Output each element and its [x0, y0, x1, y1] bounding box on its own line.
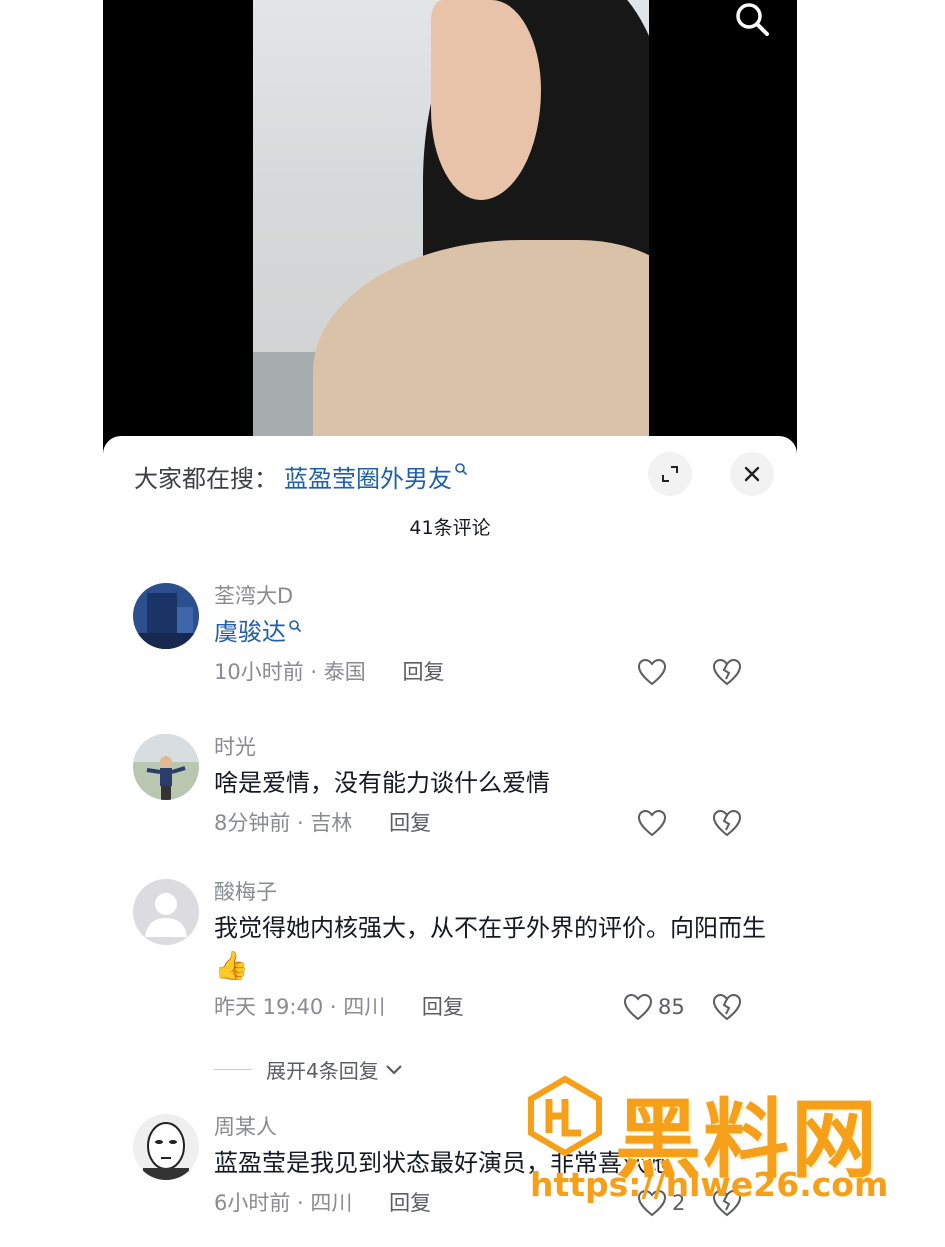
- comment-username[interactable]: 荃湾大D: [214, 583, 774, 609]
- broken-heart-icon: [712, 658, 742, 686]
- comment-time: 6小时前: [214, 1191, 291, 1215]
- reply-button[interactable]: 回复: [402, 660, 444, 684]
- comments-panel: 大家都在搜： 蓝盈莹圈外男友 41条评论 荃湾大D 虞骏达 10小时前 · 泰国…: [103, 436, 797, 1247]
- dislike-button[interactable]: [711, 808, 743, 838]
- comment-text: 啥是爱情，没有能力谈什么爱情: [214, 769, 550, 797]
- comment-location: 泰国: [323, 660, 366, 684]
- video-person-jacket: [313, 240, 649, 460]
- heart-icon: [623, 993, 653, 1021]
- comment-meta: 昨天 19:40 · 四川 回复 85: [214, 992, 774, 1022]
- hot-search-row: 大家都在搜： 蓝盈莹圈外男友: [134, 456, 654, 496]
- comment-username[interactable]: 时光: [214, 734, 774, 760]
- dislike-button[interactable]: [711, 657, 743, 687]
- broken-heart-icon: [712, 1189, 742, 1217]
- comment-text[interactable]: 虞骏达: [214, 613, 774, 651]
- expand-replies-button[interactable]: 展开4条回复: [214, 1054, 405, 1084]
- divider: [214, 1068, 252, 1070]
- reply-button[interactable]: 回复: [389, 1191, 431, 1215]
- avatar[interactable]: [133, 879, 199, 945]
- like-count: 85: [658, 995, 685, 1019]
- close-icon: [744, 466, 760, 482]
- reply-button[interactable]: 回复: [389, 811, 431, 835]
- like-button[interactable]: [636, 657, 668, 687]
- search-icon[interactable]: [730, 0, 774, 40]
- comment-text: 蓝盈莹是我见到状态最好演员，非常喜欢她: [214, 1149, 670, 1177]
- comment-username[interactable]: 酸梅子: [214, 879, 774, 905]
- avatar[interactable]: [133, 1114, 199, 1180]
- hot-search-prefix: 大家都在搜：: [134, 464, 278, 493]
- avatar[interactable]: [133, 734, 199, 800]
- expand-icon: [662, 466, 678, 482]
- chevron-down-icon: [385, 1065, 402, 1075]
- broken-heart-icon: [712, 809, 742, 837]
- comment-count: 41条评论: [409, 517, 491, 539]
- heart-icon: [637, 809, 667, 837]
- search-small-icon: [289, 620, 301, 632]
- like-button[interactable]: [636, 808, 668, 838]
- like-button[interactable]: 2: [636, 1188, 685, 1218]
- comment-location: 四川: [343, 995, 386, 1019]
- like-count: 2: [672, 1191, 686, 1215]
- like-button[interactable]: 85: [622, 992, 685, 1022]
- avatar[interactable]: [133, 583, 199, 649]
- heart-icon: [637, 658, 667, 686]
- broken-heart-icon: [712, 993, 742, 1021]
- comment-meta: 6小时前 · 四川 回复 2: [214, 1188, 774, 1218]
- dislike-button[interactable]: [711, 992, 743, 1022]
- reply-button[interactable]: 回复: [422, 995, 464, 1019]
- hot-search-link[interactable]: 蓝盈莹圈外男友: [284, 459, 452, 494]
- comment-time: 昨天 19:40: [214, 995, 324, 1019]
- expand-replies-label: 展开4条回复: [266, 1058, 379, 1083]
- heart-icon: [637, 1189, 667, 1217]
- comment-meta: 10小时前 · 泰国 回复: [214, 657, 774, 687]
- video-frame: [253, 0, 649, 460]
- comment-meta: 8分钟前 · 吉林 回复: [214, 808, 774, 838]
- search-small-icon: [454, 462, 468, 490]
- thumbs-up-emoji: 👍: [214, 949, 249, 982]
- comment-time: 8分钟前: [214, 811, 291, 835]
- expand-panel-button[interactable]: [648, 452, 692, 496]
- video-player[interactable]: [103, 0, 797, 460]
- comment-username[interactable]: 周某人: [214, 1114, 774, 1140]
- comment-text: 我觉得她内核强大，从不在乎外界的评价。向阳而生👍: [214, 914, 766, 982]
- comment-search-link[interactable]: 虞骏达: [214, 613, 286, 651]
- comment-location: 四川: [310, 1191, 353, 1215]
- close-panel-button[interactable]: [730, 452, 774, 496]
- comment-time: 10小时前: [214, 660, 304, 684]
- dislike-button[interactable]: [711, 1188, 743, 1218]
- comment-location: 吉林: [310, 811, 353, 835]
